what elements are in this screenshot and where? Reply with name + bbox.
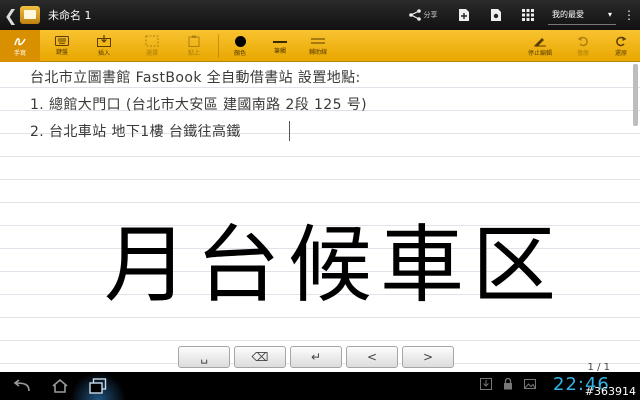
add-page-button[interactable]: [448, 0, 480, 30]
insert-icon: [97, 35, 111, 47]
tool-undo[interactable]: 復原: [566, 30, 600, 62]
document-title: 未命名 1: [48, 9, 92, 22]
input-key-row: ␣ ⌫ ↵ < >: [178, 346, 454, 368]
share-button[interactable]: 分享: [398, 0, 448, 30]
tool-label: 停止編輯: [527, 50, 552, 57]
handwriting-icon: [14, 38, 26, 46]
tool-keyboard[interactable]: 鍵盤: [44, 30, 80, 62]
edit-toolbar: 手寫 鍵盤 插入 選擇 黏上 顏色 筆觸 輔助線 停止編輯 復原 還原: [0, 30, 640, 62]
tool-label: 筆觸: [273, 48, 286, 55]
share-label: 分享: [423, 11, 438, 19]
keyboard-icon: [55, 36, 69, 46]
watermark-text: #363914: [584, 385, 636, 398]
tool-redo[interactable]: 還原: [604, 30, 638, 62]
add-page-icon: [459, 9, 469, 21]
recent-apps-button[interactable]: [78, 374, 118, 398]
prev-key[interactable]: <: [346, 346, 398, 368]
guideline-icon: [311, 38, 325, 44]
tool-color[interactable]: 顏色: [222, 30, 258, 62]
tool-handwriting[interactable]: 手寫: [0, 30, 40, 62]
image-icon: [524, 379, 536, 389]
tool-label: 還原: [614, 50, 627, 57]
scrollbar[interactable]: [633, 64, 638, 126]
stroke-icon: [273, 37, 287, 45]
chevron-down-icon: ▾: [607, 10, 612, 19]
back-arrow-icon: [13, 379, 30, 392]
system-navigation-bar: 22:46 #363914: [0, 372, 640, 400]
note-text-line: 台北市立圖書館 FastBook 全自動借書站 設置地點:: [30, 70, 361, 86]
tool-label: 輔助線: [308, 49, 327, 56]
note-text-line: 1. 總館大門口 (台北市大安區 建國南路 2段 125 号): [30, 97, 368, 113]
stop-edit-icon: [534, 38, 546, 47]
back-button[interactable]: [2, 374, 42, 398]
tool-insert[interactable]: 插入: [86, 30, 122, 62]
color-dot-icon: [234, 35, 246, 47]
tool-label: 復原: [576, 50, 589, 57]
handwritten-text: 月台候車区: [104, 216, 565, 314]
text-cursor: [289, 121, 290, 141]
tool-stroke[interactable]: 筆觸: [262, 30, 298, 62]
grid-view-button[interactable]: [512, 0, 544, 30]
tool-label: 手寫: [13, 50, 26, 57]
toolbar-divider: [218, 34, 219, 58]
undo-icon: [577, 36, 588, 47]
tool-label: 選擇: [145, 50, 158, 57]
chevron-left-icon[interactable]: ❮: [4, 6, 18, 25]
tool-stop-edit[interactable]: 停止編輯: [520, 30, 560, 62]
tool-label: 插入: [97, 50, 110, 57]
space-key[interactable]: ␣: [178, 346, 230, 368]
note-text-line: 2. 台北車站 地下1樓 台鐵往高鐵: [30, 124, 241, 140]
page-settings-button[interactable]: [480, 0, 512, 30]
paste-icon: [188, 35, 200, 47]
recent-apps-icon: [89, 378, 107, 394]
tool-guideline[interactable]: 輔助線: [298, 30, 338, 62]
grid-icon: [522, 9, 534, 21]
home-icon: [52, 379, 68, 393]
redo-icon: [616, 36, 627, 47]
title-bar: ❮ 未命名 1 分享 我的最愛 ▾ ⋮: [0, 0, 640, 30]
lock-icon: [504, 378, 512, 390]
share-icon: [408, 9, 421, 21]
tool-select[interactable]: 選擇: [134, 30, 170, 62]
download-icon: [480, 378, 492, 390]
tool-label: 鍵盤: [55, 49, 68, 56]
status-icons: [480, 378, 536, 390]
select-icon: [145, 35, 159, 47]
next-key[interactable]: >: [402, 346, 454, 368]
menu-icon[interactable]: ⋮: [622, 8, 636, 22]
favorites-label: 我的最愛: [552, 10, 584, 19]
tool-label: 顏色: [233, 49, 246, 57]
tool-paste[interactable]: 黏上: [176, 30, 212, 62]
favorites-dropdown[interactable]: 我的最愛 ▾: [548, 5, 616, 25]
tool-label: 黏上: [187, 50, 200, 57]
backspace-key[interactable]: ⌫: [234, 346, 286, 368]
settings-icon: [491, 9, 501, 21]
enter-key[interactable]: ↵: [290, 346, 342, 368]
title-bar-actions: 分享 我的最愛 ▾ ⋮: [398, 0, 640, 30]
notebook-app-icon: [20, 6, 40, 24]
